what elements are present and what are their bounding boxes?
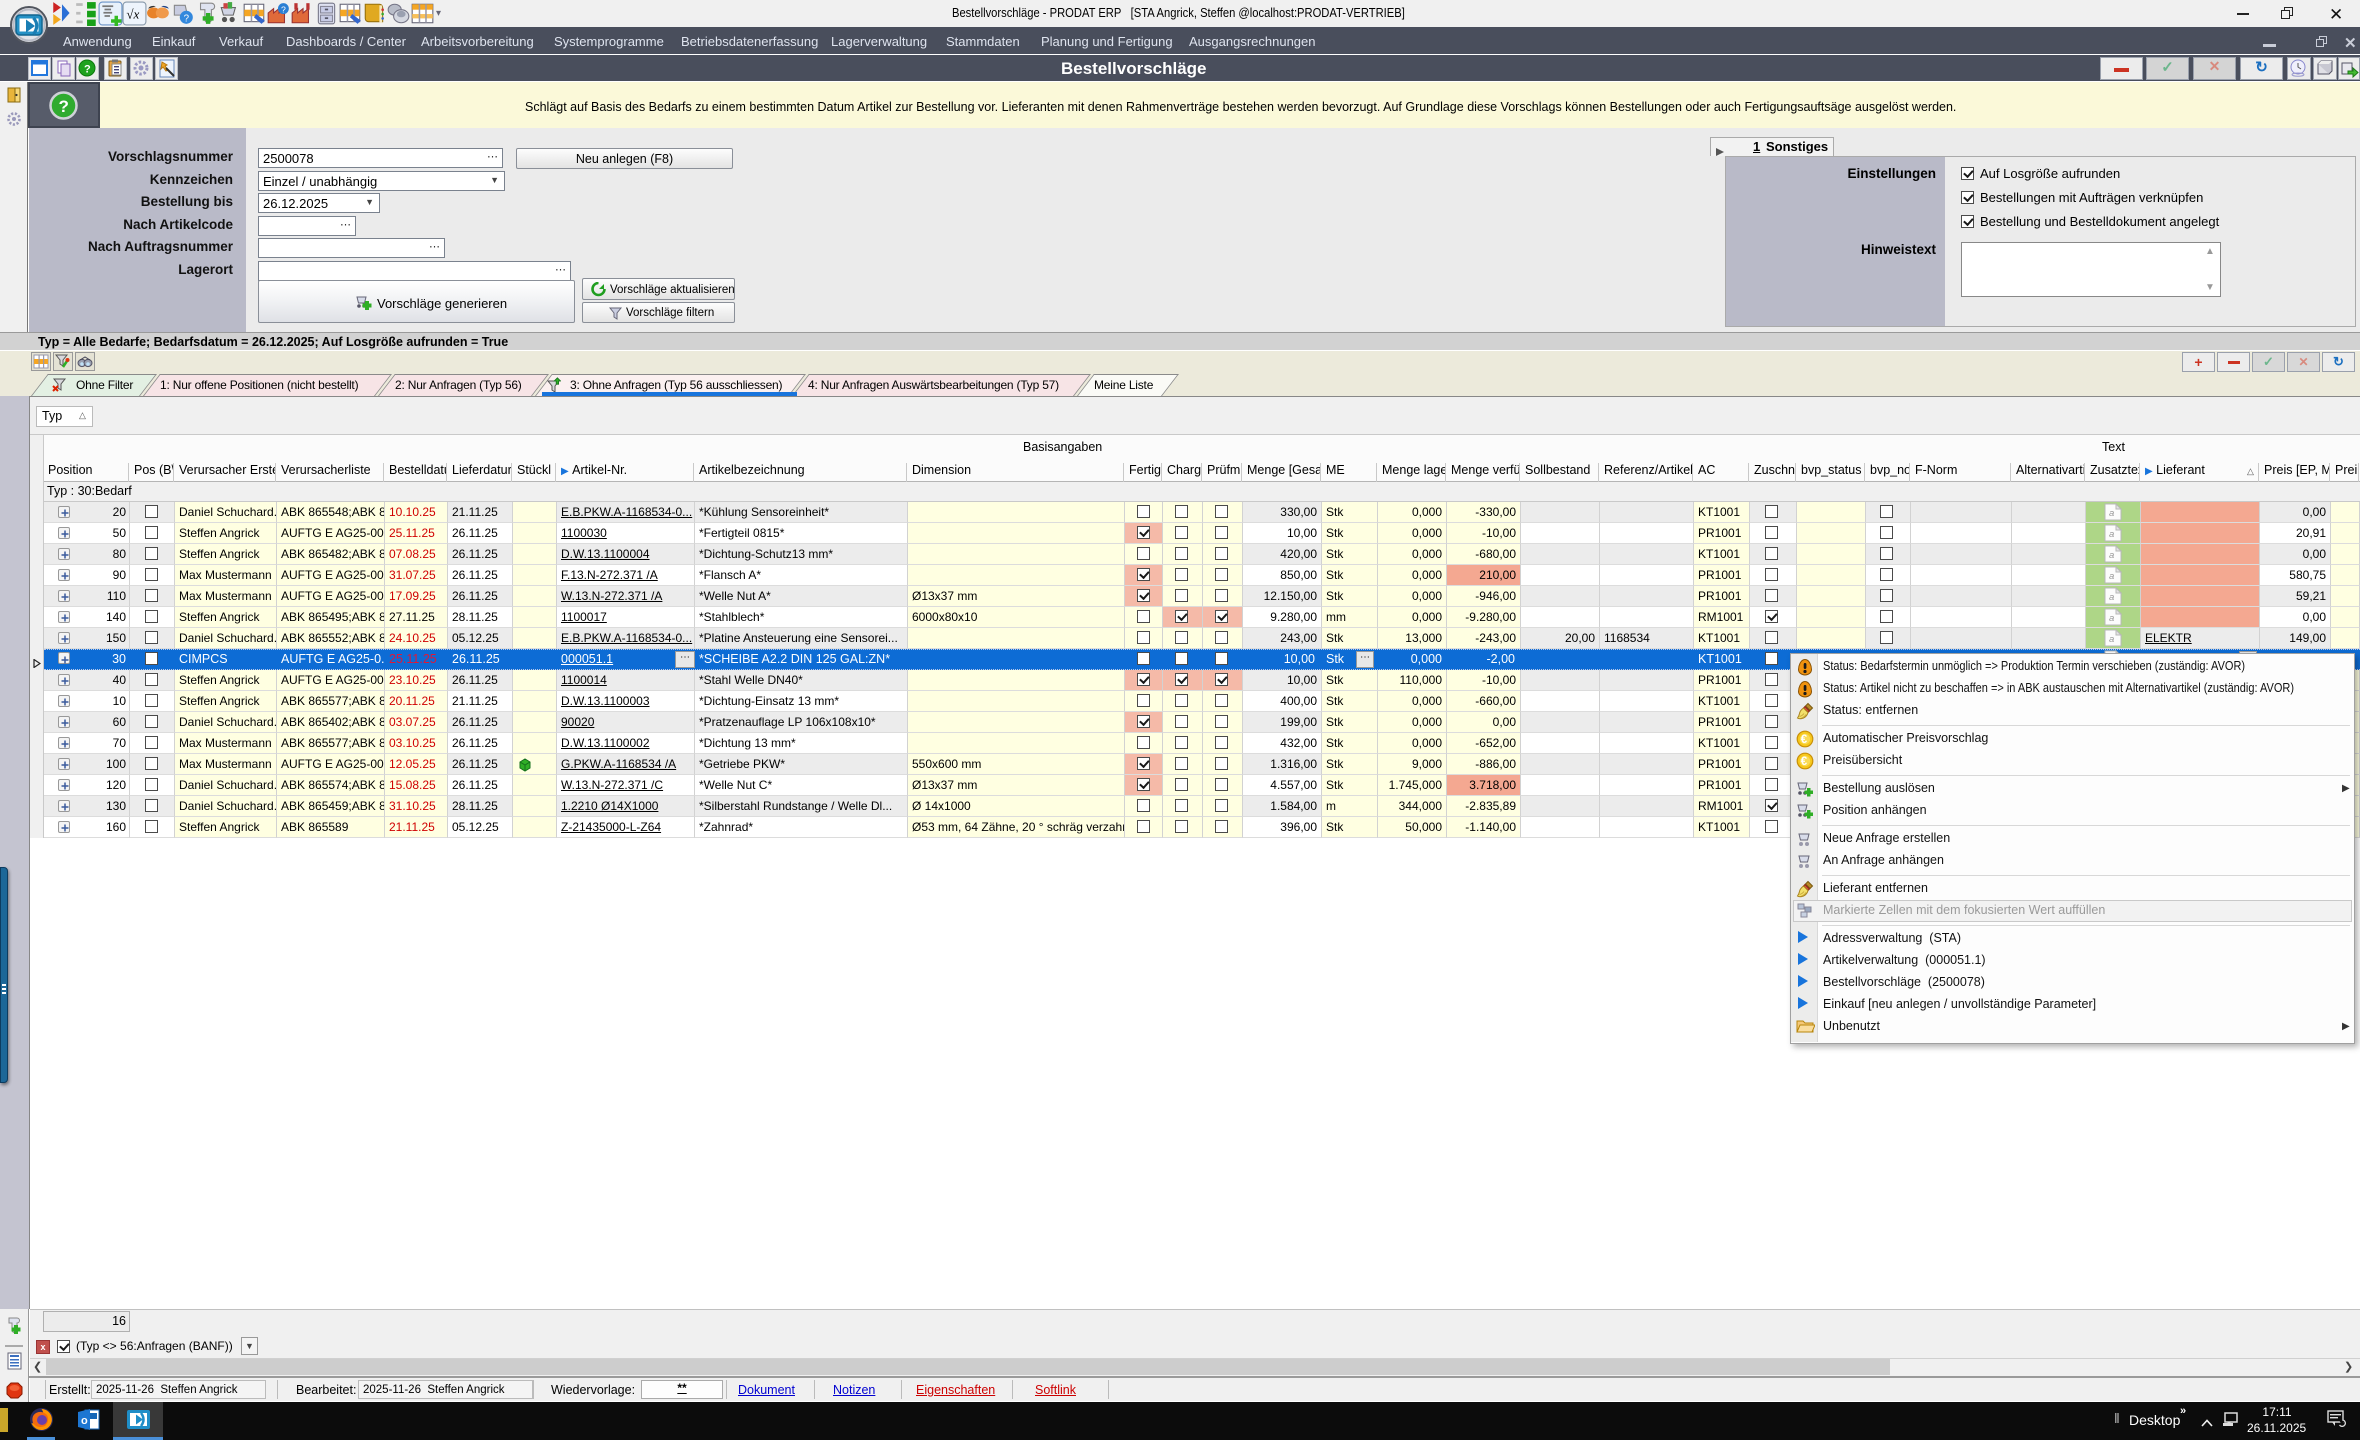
- svg-text:a: a: [2109, 529, 2114, 540]
- svg-text:a: a: [2109, 634, 2114, 645]
- svg-text:€: €: [1801, 756, 1808, 768]
- svg-text:?: ?: [281, 4, 286, 14]
- svg-text:?: ?: [59, 97, 69, 116]
- svg-text:a: a: [2109, 613, 2114, 624]
- svg-text:a: a: [2109, 508, 2114, 519]
- svg-text:a: a: [2109, 592, 2114, 603]
- svg-text:√x: √x: [126, 6, 139, 21]
- svg-text:o: o: [81, 1415, 88, 1427]
- svg-text:a: a: [2109, 571, 2114, 582]
- svg-text:€: €: [1801, 734, 1808, 746]
- svg-text:a: a: [2109, 550, 2114, 561]
- svg-text:?: ?: [84, 64, 91, 76]
- svg-text:?: ?: [184, 14, 190, 25]
